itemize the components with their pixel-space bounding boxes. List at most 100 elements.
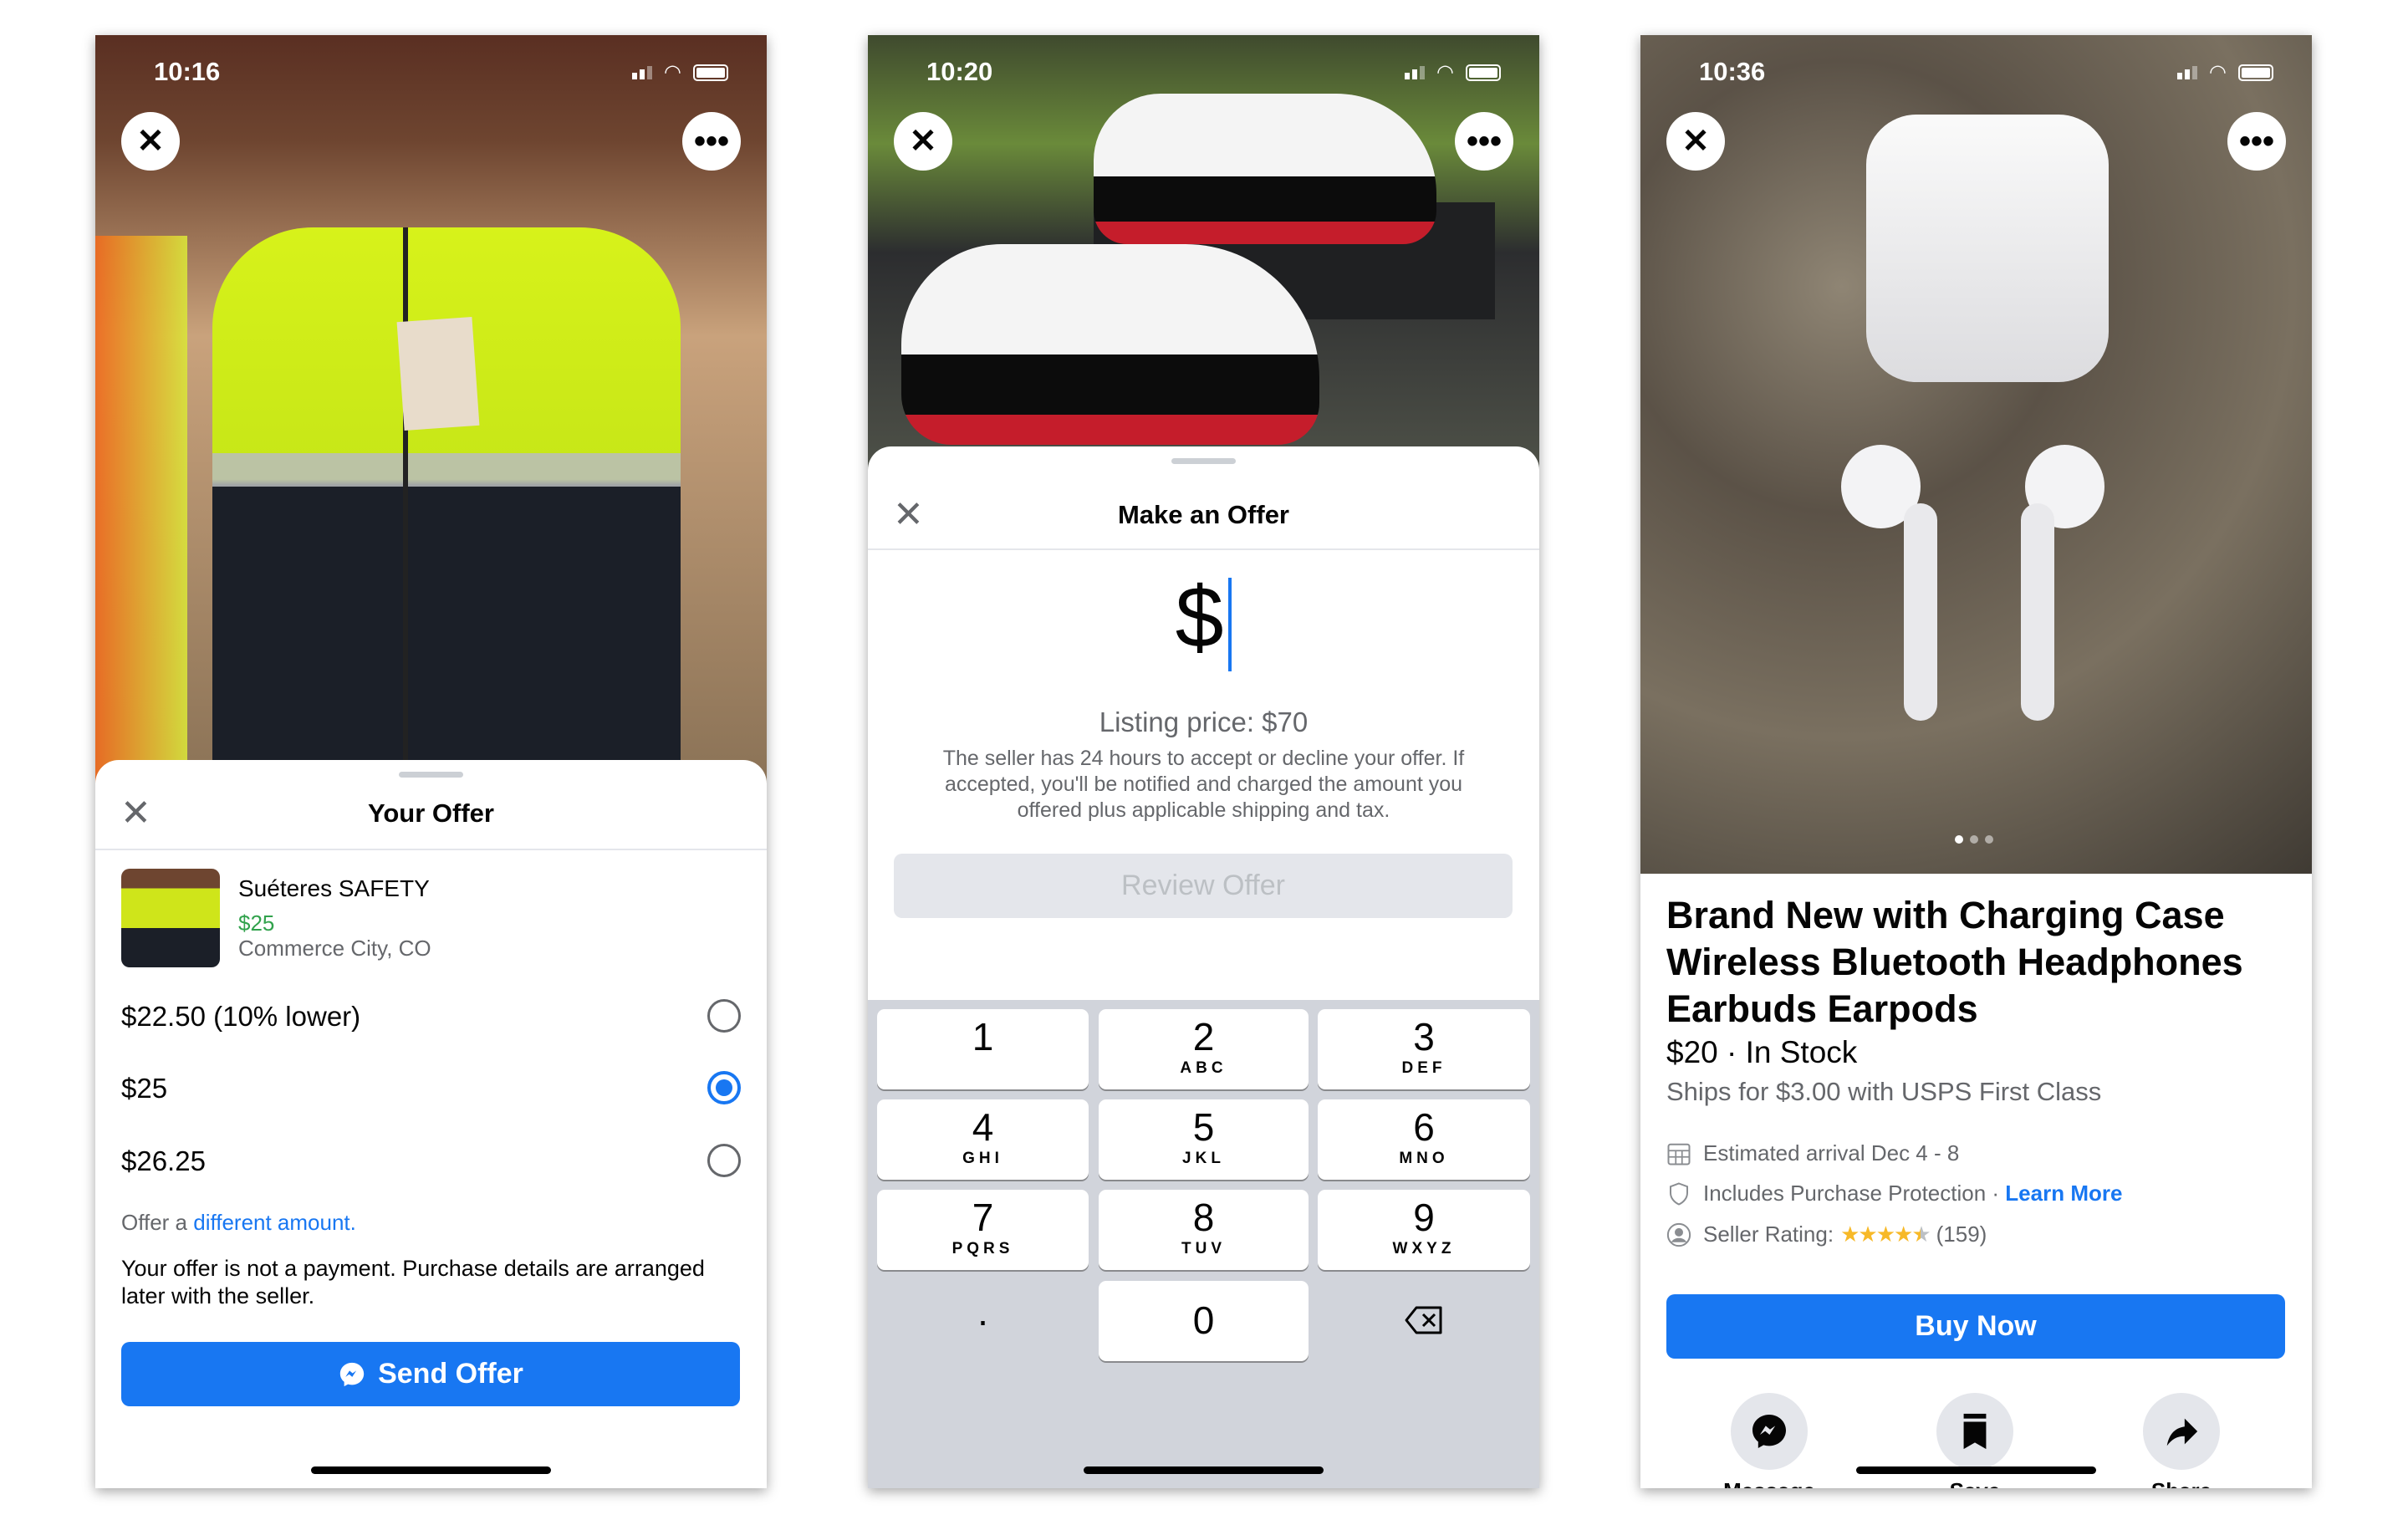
signal-icon: [2177, 65, 2198, 79]
key-0[interactable]: 0: [1099, 1281, 1309, 1361]
close-button[interactable]: ✕: [121, 112, 180, 171]
seller-rating-row[interactable]: Seller Rating: ★★★★★ (159): [1666, 1222, 1987, 1247]
key-letters: JKL: [1182, 1150, 1225, 1167]
key-digit: 2: [1192, 1015, 1215, 1058]
home-indicator: [1084, 1466, 1324, 1474]
key-letters: WXYZ: [1392, 1240, 1456, 1257]
rating-label: Seller Rating:: [1703, 1222, 1834, 1247]
different-amount-link[interactable]: different amount.: [193, 1210, 356, 1235]
offer-option[interactable]: $25: [121, 1071, 741, 1104]
amount-value: $: [1175, 569, 1224, 666]
key-7[interactable]: 7 PQRS: [877, 1190, 1089, 1270]
bookmark-icon: [1963, 1413, 1987, 1450]
key-digit: 5: [1192, 1105, 1215, 1149]
sheet-handle[interactable]: [399, 772, 463, 778]
backspace-icon: [1405, 1306, 1442, 1334]
key-letters: ABC: [1180, 1059, 1227, 1077]
sheet-handle[interactable]: [1171, 458, 1236, 464]
key-digit: 6: [1413, 1105, 1435, 1149]
key-digit: 1: [972, 1015, 994, 1058]
radio-button-selected[interactable]: [707, 1071, 741, 1104]
offer-note: The seller has 24 hours to accept or dec…: [942, 747, 1465, 822]
star-rating: ★★★★★: [1840, 1222, 1931, 1247]
share-label: Share: [2098, 1478, 2265, 1488]
battery-icon: [693, 64, 728, 81]
phone-your-offer: 10:16 ◠ ✕ ••• ✕ Your Offer Suéteres SAFE…: [95, 35, 767, 1488]
radio-button[interactable]: [707, 999, 741, 1033]
close-button[interactable]: ✕: [894, 112, 952, 171]
key-2[interactable]: 2 ABC: [1099, 1009, 1309, 1089]
arrival-text: Estimated arrival Dec 4 - 8: [1703, 1140, 1960, 1166]
key-1[interactable]: 1: [877, 1009, 1089, 1089]
more-icon: •••: [693, 122, 729, 160]
sheet-title: Make an Offer: [1117, 500, 1289, 529]
review-offer-button[interactable]: Review Offer: [894, 854, 1513, 918]
key-letters: TUV: [1181, 1240, 1226, 1257]
photo-pagination: [1955, 835, 1993, 844]
status-icons: ◠: [1405, 60, 1501, 84]
key-digit: .: [977, 1290, 988, 1334]
rating-count: (159): [1936, 1222, 1987, 1247]
send-offer-button[interactable]: Send Offer: [121, 1342, 740, 1406]
key-3[interactable]: 3 DEF: [1318, 1009, 1530, 1089]
shipping-info: Ships for $3.00 with USPS First Class: [1666, 1077, 2102, 1106]
review-offer-label: Review Offer: [1121, 870, 1285, 901]
offer-option[interactable]: $22.50 (10% lower): [121, 999, 741, 1033]
status-icons: ◠: [2177, 60, 2273, 84]
key-4[interactable]: 4 GHI: [877, 1099, 1089, 1180]
messenger-icon: [339, 1362, 365, 1386]
disclaimer: Your offer is not a payment. Purchase de…: [121, 1256, 705, 1308]
learn-more-link[interactable]: Learn More: [2005, 1181, 2122, 1206]
divider: [868, 548, 1539, 550]
send-offer-label: Send Offer: [378, 1358, 523, 1390]
home-indicator: [311, 1466, 551, 1474]
more-options-button[interactable]: •••: [1455, 112, 1513, 171]
home-indicator: [1856, 1466, 2096, 1474]
more-icon: •••: [2238, 122, 2274, 160]
wifi-icon: ◠: [2209, 61, 2227, 84]
more-options-button[interactable]: •••: [2227, 112, 2286, 171]
status-time: 10:20: [926, 57, 993, 86]
key-6[interactable]: 6 MNO: [1318, 1099, 1530, 1180]
battery-icon: [1466, 64, 1501, 81]
listing-thumbnail[interactable]: [121, 869, 220, 967]
close-icon: ✕: [136, 123, 165, 160]
message-button[interactable]: [1731, 1393, 1808, 1470]
listing-location: Commerce City, CO: [238, 936, 431, 961]
key-9[interactable]: 9 WXYZ: [1318, 1190, 1530, 1270]
calendar-icon: [1667, 1143, 1691, 1165]
text-cursor: [1228, 577, 1232, 671]
message-label: Message: [1686, 1478, 1853, 1488]
save-button[interactable]: [1936, 1393, 2013, 1470]
close-button[interactable]: ✕: [1666, 112, 1725, 171]
wifi-icon: ◠: [664, 61, 681, 84]
buy-now-button[interactable]: Buy Now: [1666, 1294, 2285, 1359]
battery-icon: [2238, 64, 2273, 81]
phone-listing-detail: 10:36 ◠ ✕ ••• Brand New with Charging Ca…: [1640, 35, 2312, 1488]
share-button[interactable]: [2143, 1393, 2220, 1470]
radio-button[interactable]: [707, 1144, 741, 1177]
key-decimal[interactable]: .: [877, 1281, 1089, 1361]
key-letters: PQRS: [951, 1240, 1014, 1257]
listing-price: Listing price: $70: [1099, 706, 1309, 737]
close-icon: ✕: [1681, 123, 1710, 160]
messenger-icon: [1752, 1415, 1786, 1448]
listing-photo[interactable]: [1640, 35, 2312, 874]
key-8[interactable]: 8 TUV: [1099, 1190, 1309, 1270]
option-label: $25: [121, 1073, 168, 1104]
offer-amount-input[interactable]: $: [868, 564, 1539, 672]
key-5[interactable]: 5 JKL: [1099, 1099, 1309, 1180]
different-amount-text: Offer a different amount.: [121, 1210, 356, 1236]
more-options-button[interactable]: •••: [682, 112, 741, 171]
key-backspace[interactable]: [1318, 1281, 1530, 1361]
different-prefix: Offer a: [121, 1210, 194, 1235]
key-digit: 0: [1192, 1298, 1215, 1342]
key-letters: MNO: [1399, 1150, 1449, 1167]
key-digit: 9: [1413, 1196, 1435, 1239]
price-stock: $20 · In Stock: [1666, 1035, 1858, 1069]
listing-price: $25: [238, 910, 275, 936]
option-label: $22.50 (10% lower): [121, 1001, 361, 1032]
offer-option[interactable]: $26.25: [121, 1144, 741, 1177]
signal-icon: [632, 65, 653, 79]
key-letters: DEF: [1401, 1059, 1446, 1077]
